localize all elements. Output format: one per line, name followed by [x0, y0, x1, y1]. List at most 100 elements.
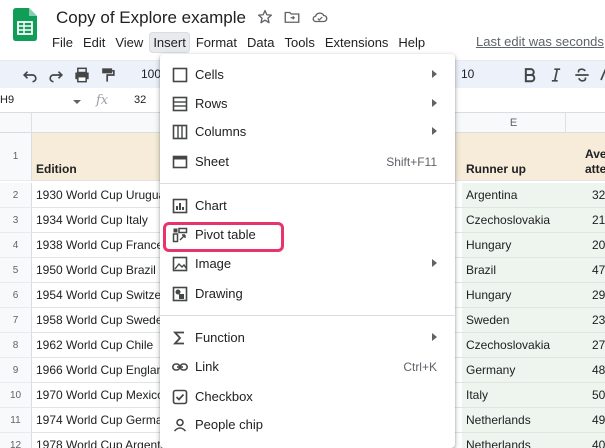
menu-format[interactable]: Format — [192, 32, 241, 53]
sheet-icon — [172, 155, 188, 169]
menu-extensions[interactable]: Extensions — [321, 32, 393, 53]
name-box-dropdown-icon[interactable] — [72, 97, 82, 107]
shortcut-label: Ctrl+K — [403, 360, 437, 374]
cell-runner-up[interactable]: Italy — [462, 383, 566, 408]
header-attendance-line1: Ave — [585, 147, 605, 161]
menu-item-checkbox[interactable]: Checkbox — [160, 384, 455, 410]
cell-attendance[interactable]: 23 — [566, 308, 605, 333]
font-size-input[interactable]: 10 — [461, 67, 474, 81]
cloud-saved-icon[interactable] — [311, 8, 329, 26]
submenu-arrow-icon — [432, 259, 437, 267]
header-cell-attendance[interactable]: Ave atten — [566, 133, 605, 181]
move-folder-icon[interactable] — [283, 8, 301, 26]
undo-icon[interactable] — [20, 65, 40, 85]
row-number[interactable]: 4 — [0, 233, 32, 258]
menu-item-label: Chart — [195, 198, 227, 213]
menu-item-columns[interactable]: Columns — [160, 119, 455, 145]
menu-edit[interactable]: Edit — [79, 32, 109, 53]
menu-item-cells[interactable]: Cells — [160, 62, 455, 88]
menu-item-function[interactable]: Function — [160, 325, 455, 351]
cell-attendance[interactable]: 21 — [566, 208, 605, 233]
cells-icon — [172, 67, 188, 83]
row-number[interactable]: 8 — [0, 333, 32, 358]
row-number[interactable]: 6 — [0, 283, 32, 308]
shortcut-label: Shift+F11 — [386, 155, 437, 169]
menu-insert[interactable]: Insert — [149, 31, 190, 53]
cell-runner-up[interactable]: Hungary — [462, 233, 566, 258]
cell-runner-up[interactable]: Czechoslovakia — [462, 333, 566, 358]
people-chip-icon — [173, 418, 187, 432]
cell-attendance[interactable]: 40 — [566, 433, 605, 448]
menu-item-rows[interactable]: Rows — [160, 91, 455, 117]
cell-runner-up[interactable]: Germany — [462, 358, 566, 383]
star-icon[interactable] — [256, 8, 274, 26]
cell-runner-up[interactable]: Brazil — [462, 258, 566, 283]
header-cell-runner-up[interactable]: Runner up — [462, 133, 566, 181]
cell-attendance[interactable]: 49 — [566, 408, 605, 433]
menu-tools[interactable]: Tools — [280, 32, 318, 53]
redo-icon[interactable] — [46, 65, 66, 85]
submenu-arrow-icon — [432, 70, 437, 78]
cell-runner-up[interactable]: Czechoslovakia — [462, 208, 566, 233]
select-all-corner[interactable] — [0, 113, 32, 133]
app-window: Copy of Explore example File Edit View I… — [0, 0, 605, 448]
cell-attendance[interactable]: 50 — [566, 383, 605, 408]
column-header-e[interactable]: E — [462, 113, 566, 133]
menu-item-drawing[interactable]: Drawing — [160, 281, 455, 307]
menu-item-link[interactable]: Link Ctrl+K — [160, 354, 455, 380]
menu-bar: File Edit View Insert Format Data Tools … — [48, 31, 431, 53]
menu-view[interactable]: View — [111, 32, 147, 53]
pivot-table-highlight — [163, 222, 284, 252]
cell-runner-up[interactable]: Netherlands — [462, 408, 566, 433]
menu-help[interactable]: Help — [394, 32, 429, 53]
sheets-logo-icon[interactable] — [13, 8, 37, 41]
cell-attendance[interactable]: 48 — [566, 358, 605, 383]
row-number[interactable]: 10 — [0, 383, 32, 408]
document-title[interactable]: Copy of Explore example — [56, 8, 246, 28]
cell-attendance[interactable]: 32 — [566, 183, 605, 208]
text-color-icon[interactable] — [596, 65, 605, 85]
row-number[interactable]: 3 — [0, 208, 32, 233]
formula-input[interactable]: 32 — [134, 94, 146, 106]
submenu-arrow-icon — [432, 333, 437, 341]
cell-attendance[interactable]: 47 — [566, 258, 605, 283]
row-number[interactable]: 7 — [0, 308, 32, 333]
menu-file[interactable]: File — [48, 32, 77, 53]
row-number[interactable]: 1 — [0, 133, 32, 181]
menu-item-label: Cells — [195, 67, 224, 82]
bold-icon[interactable] — [520, 65, 540, 85]
menu-separator — [160, 315, 455, 316]
menu-item-label: Image — [195, 256, 232, 271]
menu-item-label: Drawing — [195, 286, 243, 301]
cell-attendance[interactable]: 27 — [566, 333, 605, 358]
cell-attendance[interactable]: 20 — [566, 233, 605, 258]
image-icon — [172, 256, 188, 272]
cell-runner-up[interactable]: Argentina — [462, 183, 566, 208]
menu-item-people-chip[interactable]: People chip — [160, 412, 455, 438]
menu-item-chart[interactable]: Chart — [160, 193, 455, 219]
menu-data[interactable]: Data — [243, 32, 278, 53]
zoom-select[interactable]: 100 — [141, 67, 161, 81]
row-number[interactable]: 9 — [0, 358, 32, 383]
menu-item-label: Columns — [195, 124, 247, 139]
cell-runner-up[interactable]: Hungary — [462, 283, 566, 308]
row-number[interactable]: 2 — [0, 183, 32, 208]
checkbox-icon — [172, 389, 188, 405]
cell-runner-up[interactable]: Sweden — [462, 308, 566, 333]
last-edit-link[interactable]: Last edit was seconds — [476, 34, 604, 49]
strikethrough-icon[interactable] — [572, 65, 592, 85]
column-header-f[interactable] — [566, 113, 605, 133]
row-number[interactable]: 11 — [0, 408, 32, 433]
paint-format-icon[interactable] — [98, 65, 118, 85]
print-icon[interactable] — [72, 65, 92, 85]
menu-item-sheet[interactable]: Sheet Shift+F11 — [160, 149, 455, 175]
sigma-function-icon — [172, 331, 184, 345]
row-number[interactable]: 12 — [0, 433, 32, 448]
italic-icon[interactable] — [546, 65, 566, 85]
cell-attendance[interactable]: 29 — [566, 283, 605, 308]
cell-runner-up[interactable]: Netherlands — [462, 433, 566, 448]
menu-item-image[interactable]: Image — [160, 251, 455, 277]
row-number[interactable]: 5 — [0, 258, 32, 283]
menu-item-label: Function — [195, 330, 245, 345]
name-box[interactable]: H9 — [0, 94, 14, 106]
